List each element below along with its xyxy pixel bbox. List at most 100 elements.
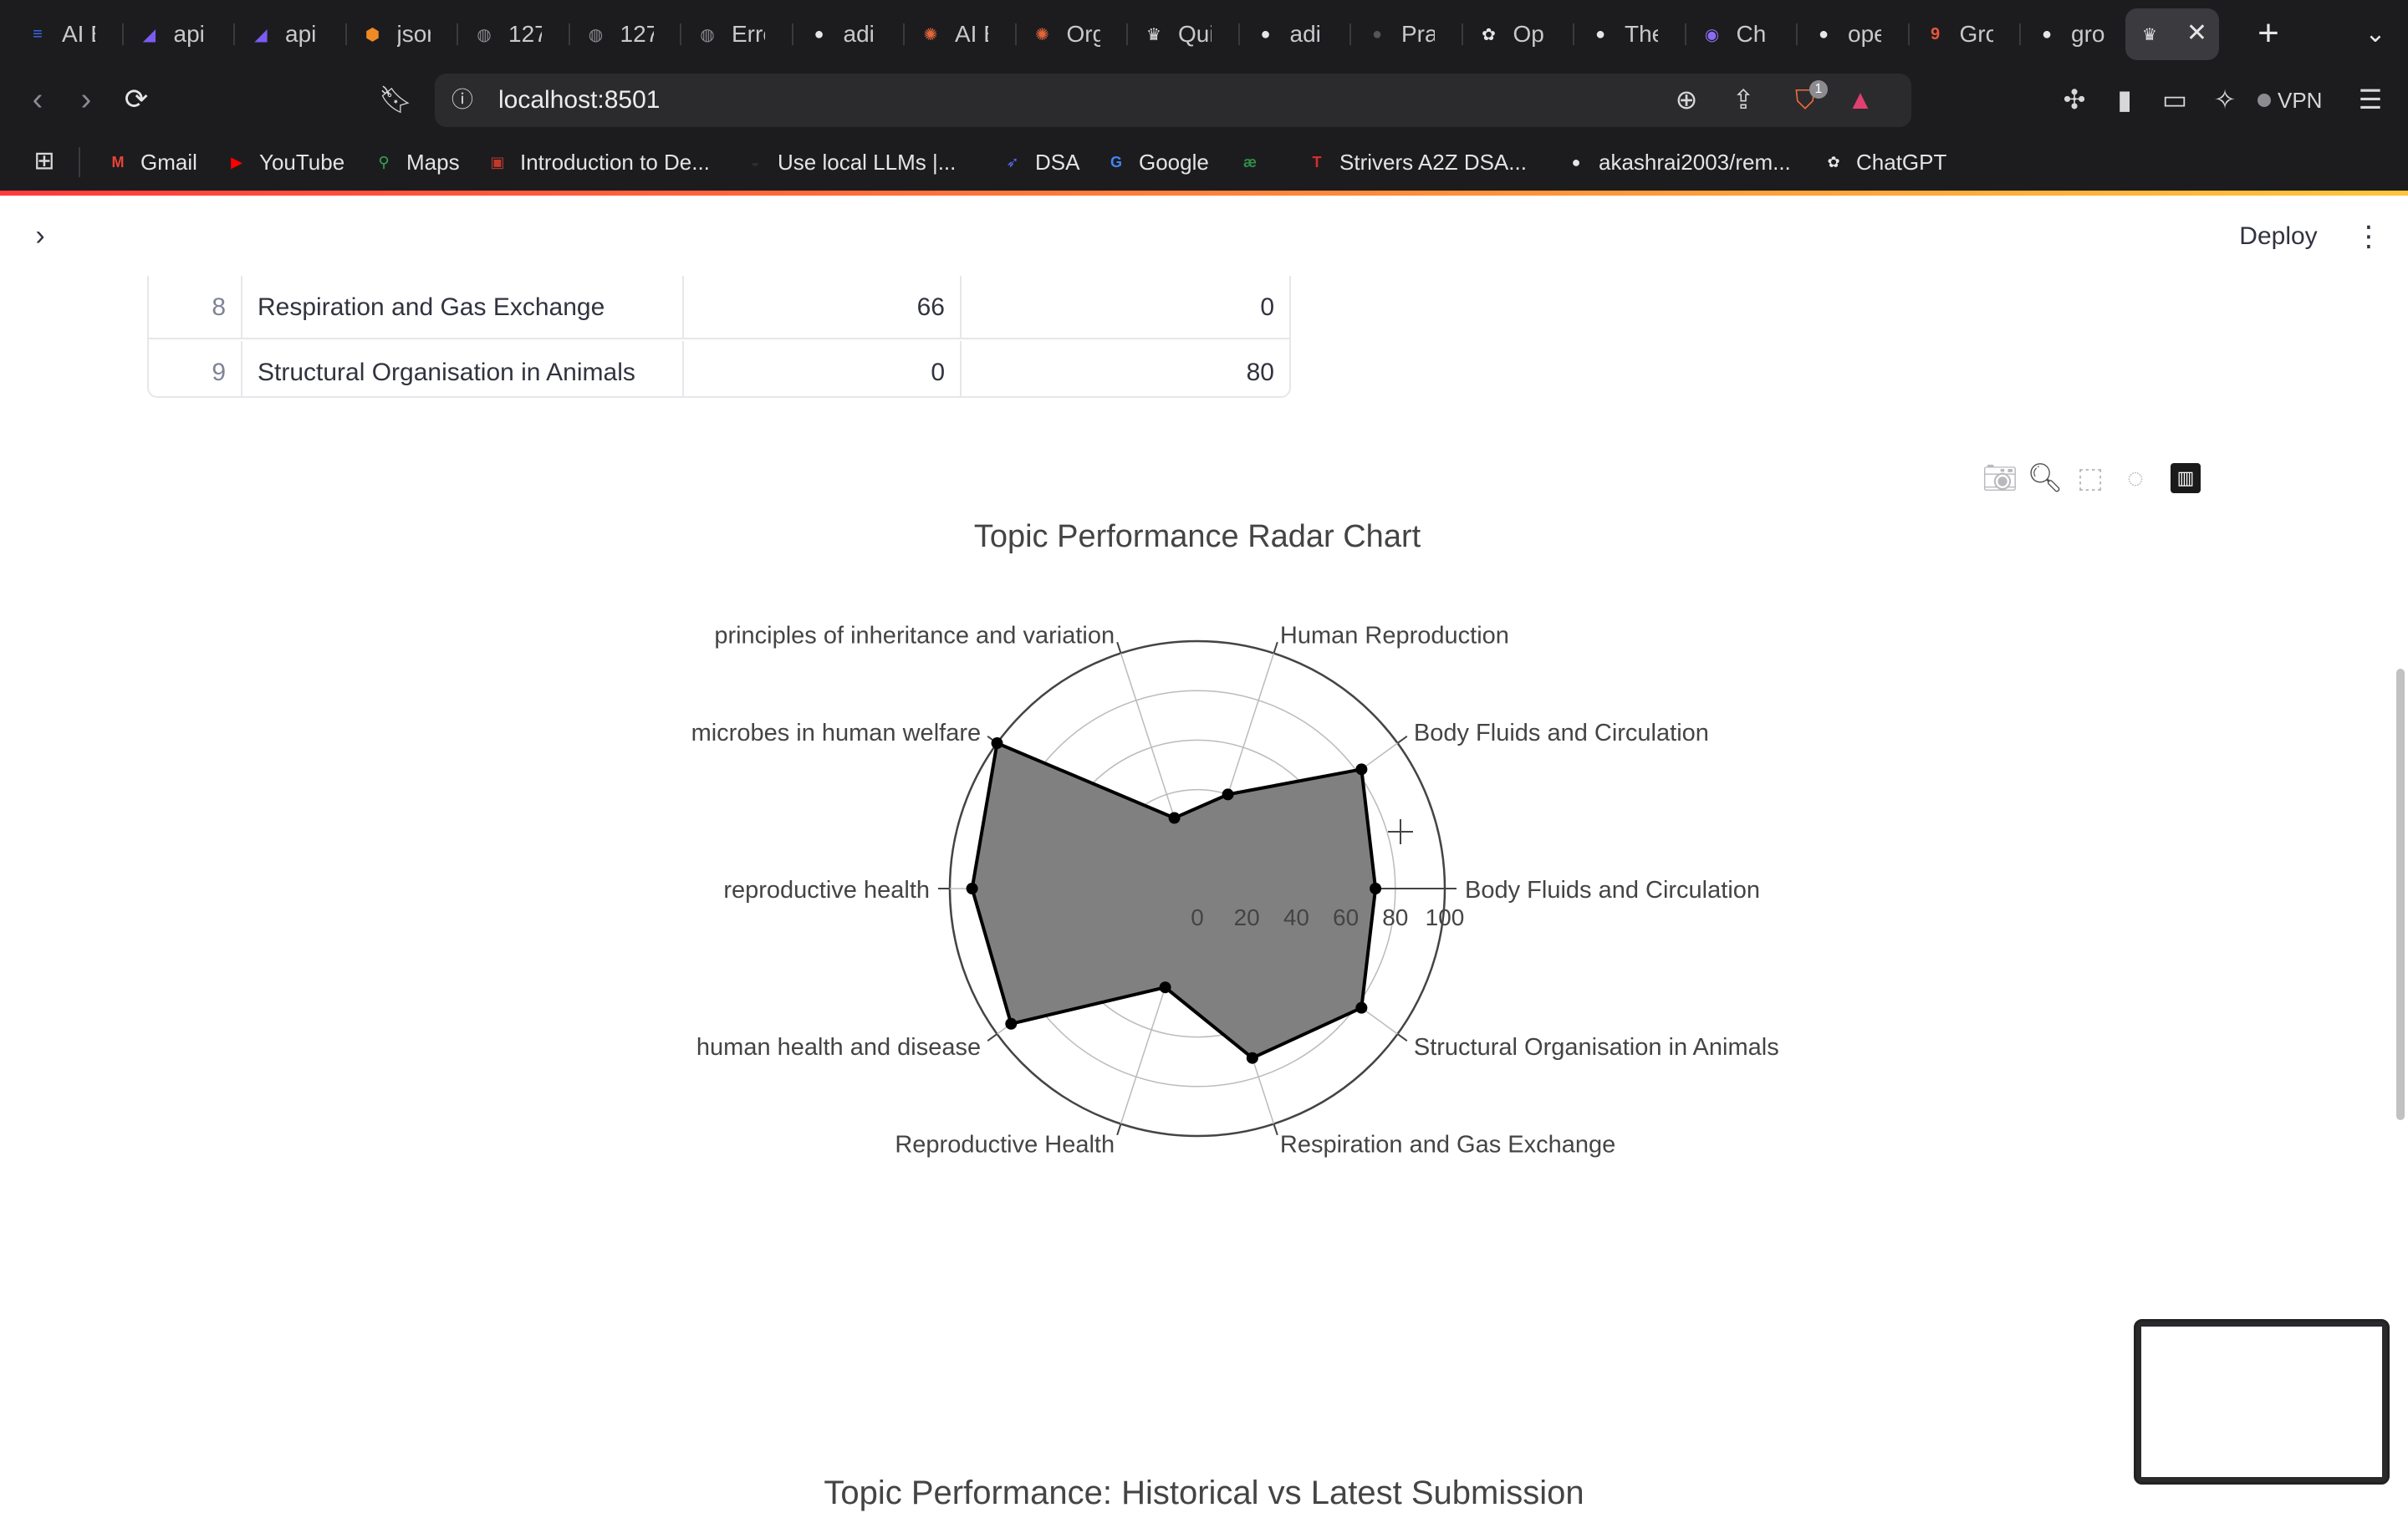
- stack-icon: ◢: [254, 25, 268, 44]
- tab-label: Ch: [1736, 21, 1767, 47]
- tab[interactable]: ● ope: [1799, 8, 1905, 60]
- brave-rewards-icon[interactable]: ▲: [1839, 79, 1881, 120]
- tab[interactable]: ● gro: [2023, 8, 2128, 60]
- tab[interactable]: ◍ Erro: [683, 8, 788, 60]
- zoom-icon[interactable]: ⊕: [1666, 79, 1707, 120]
- bookmark-item[interactable]: ▣ Introduction to De...: [485, 142, 709, 182]
- download-png-camera-icon[interactable]: 📷︎: [1978, 456, 2022, 500]
- close-tab-icon[interactable]: ✕: [2186, 18, 2207, 48]
- leo-ai-icon[interactable]: ✧: [2204, 79, 2246, 120]
- table-row: 9 Structural Organisation in Animals 0 8…: [149, 341, 1289, 396]
- apps-grid-icon[interactable]: ⊞: [23, 140, 65, 182]
- radar-point: [1005, 1017, 1018, 1030]
- tab-separator: [1126, 23, 1128, 45]
- tab[interactable]: ♛ Qui: [1130, 8, 1235, 60]
- topic-cell[interactable]: Respiration and Gas Exchange: [242, 276, 684, 339]
- tab[interactable]: ◍ 127: [460, 8, 565, 60]
- site-info-icon[interactable]: ⓘ: [441, 79, 483, 120]
- sidebar-toggle-icon[interactable]: ▮: [2104, 79, 2145, 120]
- angular-tick: [1273, 641, 1278, 654]
- bookmark-item[interactable]: ▶ YouTube: [224, 142, 344, 182]
- tab-separator: [344, 23, 347, 45]
- new-tab-button[interactable]: +: [2246, 12, 2291, 57]
- crown-icon: ♛: [1146, 25, 1161, 44]
- crown-icon: ♛: [2142, 25, 2157, 44]
- category-label: Body Fluids and Circulation: [1414, 720, 1709, 746]
- back-button[interactable]: ‹: [17, 79, 59, 120]
- topic-cell[interactable]: Structural Organisation in Animals: [242, 341, 684, 396]
- tab[interactable]: ● adi: [1242, 8, 1347, 60]
- radar-series: [966, 737, 1382, 1064]
- browser-menu-icon[interactable]: ☰: [2349, 79, 2391, 120]
- bookmark-item[interactable]: M Gmail: [105, 142, 197, 182]
- forward-button[interactable]: ›: [65, 79, 107, 120]
- main-menu-kebab-icon[interactable]: ⋮: [2354, 216, 2383, 257]
- zoom-magnifier-icon[interactable]: 🔍︎: [2023, 456, 2067, 500]
- value-cell[interactable]: 0: [962, 276, 1289, 339]
- maps-icon: ⚲: [378, 153, 390, 171]
- bookmark-item[interactable]: ◒ Use local LLMs |...: [742, 142, 957, 182]
- chart-title: Topic Performance Radar Chart: [974, 519, 1421, 554]
- tab[interactable]: ● The: [1576, 8, 1681, 60]
- tab[interactable]: ✺ AI E: [906, 8, 1012, 60]
- radar-point: [991, 737, 1003, 750]
- reload-button[interactable]: ⟳: [115, 79, 157, 120]
- tab[interactable]: ≡ AI E: [13, 8, 119, 60]
- value-cell[interactable]: 0: [684, 341, 962, 396]
- box-select-icon[interactable]: ⬚: [2069, 456, 2112, 500]
- course-icon: ▣: [490, 153, 505, 171]
- tab[interactable]: ● Pra: [1353, 8, 1458, 60]
- tab-overview-chevron-icon[interactable]: ⌄: [2354, 12, 2396, 57]
- url-text[interactable]: localhost:8501: [498, 82, 660, 119]
- deploy-button[interactable]: Deploy: [2224, 216, 2333, 257]
- openai-icon: ✿: [1482, 25, 1496, 44]
- bookmark-item[interactable]: ✿ ChatGPT: [1821, 142, 1946, 182]
- radial-tick-label: 100: [1426, 904, 1465, 930]
- tab[interactable]: 9 Gro: [1911, 8, 2017, 60]
- bookmark-item[interactable]: ⚲ Maps: [371, 142, 459, 182]
- bookmark-page-icon[interactable]: 🔖︎: [375, 79, 416, 120]
- github-icon: ●: [1371, 24, 1383, 43]
- crosshair-cursor-icon: [1388, 819, 1413, 844]
- tab[interactable]: ⬢ jsor: [349, 8, 454, 60]
- tab-separator: [1461, 23, 1463, 45]
- bookmark-item[interactable]: T Strivers A2Z DSA...: [1304, 142, 1527, 182]
- angular-tick: [1116, 1123, 1122, 1136]
- tab[interactable]: ◢ api: [237, 8, 342, 60]
- expand-sidebar-chevron-icon[interactable]: ›: [23, 219, 57, 252]
- value-cell[interactable]: 80: [962, 341, 1289, 396]
- bookmark-item[interactable]: æ: [1237, 142, 1273, 182]
- tab-separator: [1907, 23, 1910, 45]
- page-preview-thumbnail[interactable]: [2134, 1319, 2390, 1485]
- bookmark-item[interactable]: G Google: [1104, 142, 1209, 182]
- category-label: reproductive health: [723, 877, 930, 904]
- tab-active[interactable]: ♛ ✕: [2125, 8, 2219, 60]
- category-label: Human Reproduction: [1280, 623, 1509, 649]
- row-index: 9: [149, 341, 242, 396]
- vpn-button[interactable]: VPN: [2258, 82, 2322, 119]
- wallet-icon[interactable]: ▭: [2154, 79, 2196, 120]
- share-icon[interactable]: ⇪: [1722, 79, 1764, 120]
- chat-icon: ◉: [1704, 25, 1720, 44]
- lasso-select-icon[interactable]: ◌: [2114, 456, 2157, 500]
- tab-label: Op: [1513, 21, 1544, 47]
- table-row: 8 Respiration and Gas Exchange 66 0: [149, 276, 1289, 339]
- tab-label: AI E: [955, 21, 988, 47]
- github-icon: ●: [2041, 24, 2053, 43]
- page-scrollbar[interactable]: [2396, 669, 2405, 1120]
- radar-point: [1355, 1001, 1368, 1014]
- tab[interactable]: ● adi: [795, 8, 900, 60]
- tab-label: api: [285, 21, 317, 47]
- tab[interactable]: ◉ Ch: [1688, 8, 1793, 60]
- plotly-logo-icon[interactable]: ▥: [2171, 463, 2201, 493]
- bookmark-item[interactable]: ➶ DSA: [1000, 142, 1079, 182]
- tab[interactable]: ✿ Op: [1465, 8, 1570, 60]
- category-label: human health and disease: [696, 1034, 981, 1061]
- value-cell[interactable]: 66: [684, 276, 962, 339]
- category-label: Respiration and Gas Exchange: [1280, 1131, 1615, 1158]
- extensions-icon[interactable]: ✣: [2053, 79, 2095, 120]
- tab[interactable]: ◢ api: [125, 8, 231, 60]
- tab[interactable]: ✺ Org: [1018, 8, 1124, 60]
- bookmark-item[interactable]: ● akashrai2003/rem...: [1564, 142, 1791, 182]
- tab[interactable]: ◍ 127: [572, 8, 677, 60]
